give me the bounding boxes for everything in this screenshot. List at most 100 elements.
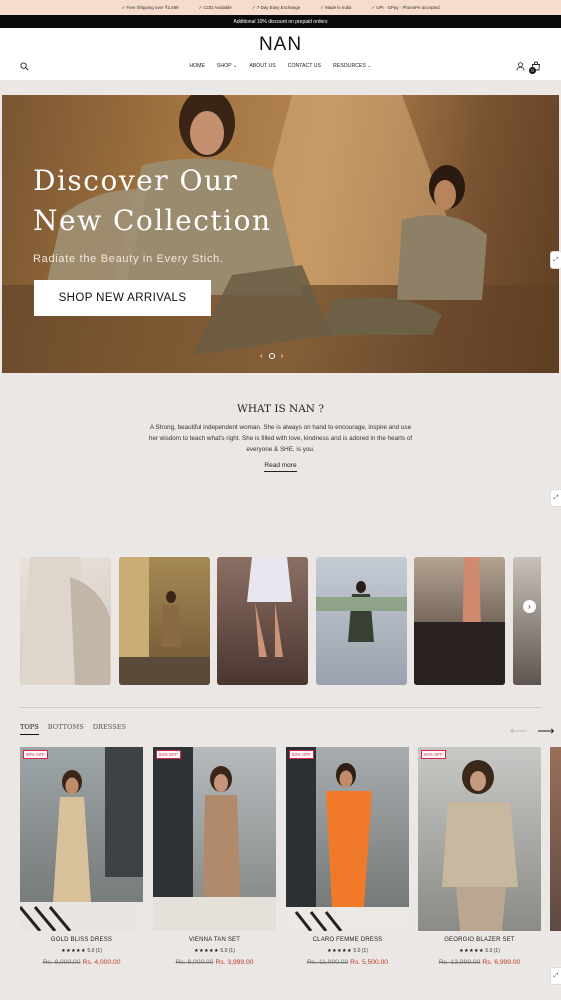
nav-contact[interactable]: CONTACT US (288, 63, 321, 69)
reel-thumbnail (20, 557, 110, 685)
slider-prev-icon[interactable]: ‹ (260, 351, 263, 360)
tab-tops[interactable]: TOPS (20, 723, 39, 735)
hero-title-line2: New Collection (33, 204, 272, 237)
reel-card[interactable] (513, 557, 541, 685)
floating-widget-tab[interactable]: ⤢ (550, 967, 561, 985)
logo[interactable]: NAN (0, 34, 561, 56)
tab-dresses[interactable]: DRESSES (93, 723, 126, 735)
sale-price: Rs. 6,999.00 (482, 959, 521, 966)
expand-icon: ⤢ (553, 256, 559, 263)
original-price: Rs. 13,999.00 (438, 959, 481, 966)
reel-thumbnail (247, 557, 292, 657)
rating-stars-icon: ★★★★★ (459, 948, 485, 954)
sale-price: Rs. 4,000.00 (82, 959, 121, 966)
original-price: Rs. 8,000.00 (175, 959, 214, 966)
reel-thumbnail (119, 557, 210, 685)
slider-dot-active[interactable] (268, 352, 275, 359)
site-header: NAN HOME SHOP ⌄ ABOUT US CONTACT US RESO… (0, 28, 561, 80)
about-title: WHAT IS NAN ? (237, 403, 324, 415)
product-card[interactable]: 50% OFF GEORGIO BLAZER SET ★★★★★ 5.0 (1)… (418, 747, 541, 966)
benefit-item: ✓ Made in India (320, 4, 352, 10)
cart-count-badge: 0 (529, 67, 536, 74)
video-reels-carousel: › (20, 557, 541, 685)
main-nav: HOME SHOP ⌄ ABOUT US CONTACT US RESOURCE… (0, 63, 561, 69)
hero-subtitle: Radiate the Beauty in Every Stich. (33, 253, 224, 265)
hero-title-line1: Discover Our (33, 164, 239, 197)
rating-stars-icon: ★★★★★ (61, 948, 87, 954)
product-card[interactable]: 50% OFF GOLD BLISS DRESS ★★★★★ 5.0 (1) R… (20, 747, 143, 966)
nav-shop[interactable]: SHOP ⌄ (217, 63, 237, 69)
original-price: Rs. 8,000.00 (42, 959, 81, 966)
benefit-item: ✓ UPI · GPay · PhonePe accepted (371, 4, 440, 10)
rating-value: 5.0 (1) (353, 948, 368, 954)
chevron-right-icon: › (528, 602, 531, 611)
rating-stars-icon: ★★★★★ (327, 948, 353, 954)
sale-price: Rs. 5,500.00 (350, 959, 389, 966)
nav-about[interactable]: ABOUT US (249, 63, 275, 69)
product-name[interactable]: GEORGIO BLAZER SET (418, 937, 541, 943)
benefit-item: ✓ Free Shipping over ₹2,499 (121, 4, 179, 10)
reel-card[interactable] (119, 557, 210, 685)
product-price: Rs. 13,999.00 Rs. 6,999.00 (418, 959, 541, 966)
product-image[interactable]: 50% OFF (153, 747, 276, 931)
product-name[interactable]: CLARO FEMME DRESS (286, 937, 409, 943)
product-rating: ★★★★★ 5.0 (1) (418, 948, 541, 954)
reel-thumbnail (316, 581, 407, 642)
product-rating: ★★★★★ 5.0 (1) (286, 948, 409, 954)
product-rating: ★★★★★ 5.0 (1) (153, 948, 276, 954)
next-product-card-peek[interactable] (550, 747, 561, 931)
product-name[interactable]: VIENNA TAN SET (153, 937, 276, 943)
product-image[interactable]: 50% OFF (286, 747, 409, 931)
reel-card[interactable] (414, 557, 505, 685)
product-carousel-arrows: ⟵ ⟶ (510, 724, 554, 738)
account-icon[interactable] (516, 62, 525, 71)
tab-bottoms[interactable]: BOTTOMS (48, 723, 84, 735)
product-card[interactable]: 50% OFF CLARO FEMME DRESS ★★★★★ 5.0 (1) … (286, 747, 409, 966)
product-tabs: TOPS BOTTOMS DRESSES (20, 723, 126, 735)
hero-banner[interactable]: Discover Our New Collection Radiate the … (2, 95, 559, 373)
rating-stars-icon: ★★★★★ (194, 948, 220, 954)
discount-badge: 50% OFF (421, 750, 446, 759)
product-image[interactable]: 50% OFF (20, 747, 143, 931)
arrow-right-icon[interactable]: ⟶ (537, 724, 554, 738)
expand-icon: ⤢ (553, 972, 559, 979)
arrow-left-icon[interactable]: ⟵ (510, 724, 527, 738)
reel-thumbnail (414, 557, 505, 685)
announcement-bar: Additional 10% discount on prepaid order… (0, 15, 561, 28)
read-more-link[interactable]: Read more (0, 462, 561, 472)
benefit-item: ✓ 7-Day Easy Exchange (251, 4, 301, 10)
product-name[interactable]: GOLD BLISS DRESS (20, 937, 143, 943)
rating-value: 5.0 (1) (220, 948, 235, 954)
product-photo (20, 747, 143, 931)
slider-next-icon[interactable]: › (281, 351, 284, 360)
shop-new-arrivals-button[interactable]: SHOP NEW ARRIVALS (34, 280, 211, 316)
section-divider (20, 707, 541, 708)
discount-badge: 50% OFF (289, 750, 314, 759)
rating-value: 5.0 (1) (87, 948, 102, 954)
reel-card[interactable] (316, 557, 407, 685)
reels-next-button[interactable]: › (523, 600, 536, 613)
reel-card[interactable] (217, 557, 308, 685)
sale-price: Rs. 3,999.00 (215, 959, 254, 966)
product-photo (153, 747, 276, 931)
floating-widget-tab[interactable]: ⤢ (550, 251, 561, 269)
rating-value: 5.0 (1) (485, 948, 500, 954)
product-price: Rs. 8,000.00 Rs. 4,000.00 (20, 959, 143, 966)
about-text: A Strong, beautiful independent woman. S… (148, 424, 413, 453)
product-card[interactable]: 50% OFF VIENNA TAN SET ★★★★★ 5.0 (1) Rs.… (153, 747, 276, 966)
product-image[interactable]: 50% OFF (418, 747, 541, 931)
benefits-bar: ✓ Free Shipping over ₹2,499 ✓ COD Availa… (0, 0, 561, 15)
nav-home[interactable]: HOME (189, 63, 205, 69)
read-more-label[interactable]: Read more (264, 462, 297, 472)
reel-card[interactable] (20, 557, 111, 685)
product-price: Rs. 11,000.00 Rs. 5,500.00 (286, 959, 409, 966)
original-price: Rs. 11,000.00 (306, 959, 349, 966)
benefit-item: ✓ COD Available (198, 4, 232, 10)
floating-widget-tab[interactable]: ⤢ (550, 489, 561, 507)
discount-badge: 50% OFF (23, 750, 48, 759)
expand-icon: ⤢ (553, 494, 559, 501)
discount-badge: 50% OFF (156, 750, 181, 759)
nav-resources[interactable]: RESOURCES ⌄ (333, 63, 372, 69)
product-photo (442, 760, 518, 931)
hero-title: Discover Our New Collection (33, 161, 271, 241)
